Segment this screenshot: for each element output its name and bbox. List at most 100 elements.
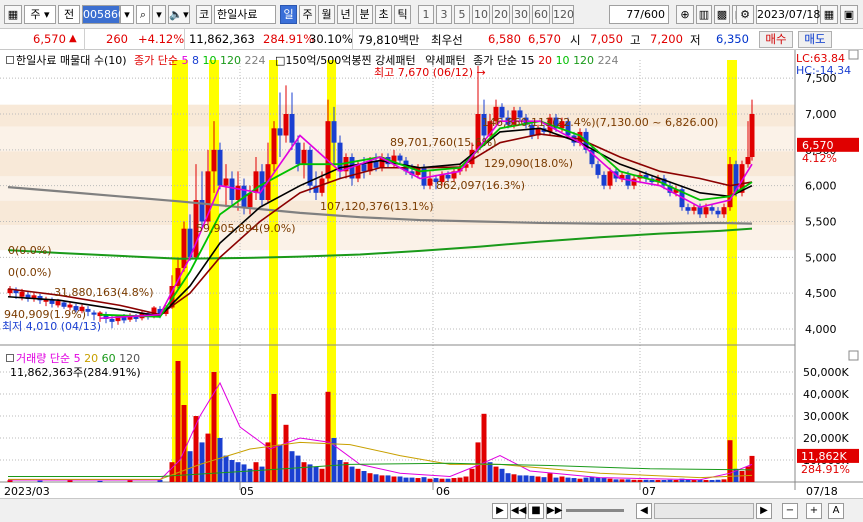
volume-bar	[607, 478, 613, 482]
date-label: 06	[436, 485, 450, 498]
interval-10-button[interactable]: 10	[472, 5, 490, 24]
interval-1-button[interactable]: 1	[418, 5, 434, 24]
period-5-button[interactable]: 초	[375, 5, 392, 24]
settings-icon[interactable]: ⚙	[736, 5, 754, 24]
code-dropdown-button[interactable]: ▾	[120, 5, 134, 24]
volume-bar	[403, 477, 409, 482]
volume-bar	[631, 479, 637, 482]
volume-bar	[415, 478, 421, 482]
volume-bar	[361, 471, 367, 482]
price-chart[interactable]: 7,5007,0006,5006,0005,5005,0004,5004,000…	[0, 50, 863, 498]
code-value: 005860	[83, 8, 125, 21]
calendar-icon[interactable]: ▦	[820, 5, 838, 24]
sound-icon[interactable]: 🔈▾	[168, 5, 190, 24]
stock-code-input[interactable]: 005860	[82, 5, 125, 24]
open-price: 7,050	[590, 32, 623, 46]
volume-bar	[481, 413, 487, 482]
volume-bar	[517, 475, 523, 482]
zoom-in-button[interactable]: +	[806, 503, 822, 519]
volume-ratio: 284.91%	[263, 32, 315, 46]
volume-current-text: 11,862K	[801, 450, 847, 463]
high-price: 7,200	[650, 32, 683, 46]
interval-30-button[interactable]: 30	[512, 5, 530, 24]
volume-bar	[571, 478, 577, 482]
change-value: 260	[106, 32, 128, 46]
candle-body	[295, 142, 301, 165]
change-arrow: ▲	[69, 33, 77, 44]
next-page-button[interactable]: ▶	[756, 503, 772, 519]
period-3-button[interactable]: 년	[337, 5, 354, 24]
sell-button[interactable]: 매도	[798, 31, 832, 48]
date-label: 2023/03	[4, 485, 50, 498]
interval-20-button[interactable]: 20	[492, 5, 510, 24]
chart-area[interactable]: 7,5007,0006,5006,0005,5005,0004,5004,000…	[0, 50, 863, 522]
legend-box-icon-3	[6, 354, 14, 362]
play-button[interactable]: ▶	[492, 503, 508, 519]
candle-body	[271, 128, 277, 165]
ma2-20: 20	[538, 54, 553, 67]
ma-label: 종가 단순	[134, 54, 179, 67]
volume-bar	[709, 480, 715, 482]
period-1-button[interactable]: 주	[299, 5, 316, 24]
volume-bar	[427, 478, 433, 482]
volume-bar	[397, 476, 403, 482]
volume-tick: 50,000K	[803, 366, 849, 379]
crosshair-icon[interactable]: ⊕	[676, 5, 694, 24]
type-select[interactable]: 주 ▾	[24, 5, 56, 24]
volume-bar	[727, 440, 733, 482]
candle-body	[109, 318, 115, 322]
volume-bar	[379, 475, 385, 482]
buy-button[interactable]: 매수	[759, 31, 793, 48]
rewind-button[interactable]: ◀◀	[510, 503, 526, 519]
ma2-10: 10	[555, 54, 570, 67]
legend-box-icon	[6, 56, 14, 64]
zoom-out-button[interactable]: −	[782, 503, 798, 519]
date-right-label: 07/18	[806, 485, 838, 498]
search-button[interactable]: ⌕	[136, 5, 150, 24]
prev-page-button[interactable]: ◀	[636, 503, 652, 519]
volume-bar	[199, 442, 205, 482]
volume-bar	[601, 478, 607, 482]
stock-search-box[interactable]: ▾	[152, 5, 166, 24]
stock-name-field[interactable]: 한일사료	[214, 5, 276, 24]
split-icon[interactable]: ▥	[696, 5, 712, 24]
scrollbar[interactable]	[654, 503, 754, 519]
period-2-button[interactable]: 월	[318, 5, 335, 24]
ma-8: 8	[192, 54, 200, 67]
turnover-value: 30.10%	[309, 32, 353, 46]
interval-120-button[interactable]: 120	[552, 5, 574, 24]
stop-button[interactable]: ■	[528, 503, 544, 519]
period-0-button[interactable]: 일	[280, 5, 297, 24]
change-percent: +4.12%	[138, 32, 185, 46]
code-prefix[interactable]: 코	[196, 5, 212, 24]
volume-bar	[37, 480, 43, 482]
stock-name: 한일사료	[217, 8, 258, 21]
interval-3-button[interactable]: 3	[436, 5, 452, 24]
zoom-slider[interactable]	[566, 509, 624, 512]
best-label: 최우선	[431, 33, 463, 47]
volume-bar	[367, 473, 373, 482]
volume-bar	[289, 451, 295, 482]
reset-zoom-button[interactable]: A	[828, 503, 844, 519]
volume-bar	[619, 479, 625, 482]
ma2-120: 120	[573, 54, 595, 67]
ma-120: 120	[220, 54, 242, 67]
page-total: /600	[640, 8, 665, 21]
period-6-button[interactable]: 틱	[394, 5, 411, 24]
volume-bar	[469, 468, 475, 482]
interval-60-button[interactable]: 60	[532, 5, 550, 24]
date-field[interactable]: 2023/07/18	[756, 5, 820, 24]
window-icon[interactable]: ▣	[840, 5, 858, 24]
volume-bar	[187, 451, 193, 482]
ma-224: 224	[244, 54, 266, 67]
page-count-field[interactable]: 77/600	[609, 5, 669, 24]
prev-select[interactable]: 전	[58, 5, 80, 24]
interval-5-button[interactable]: 5	[454, 5, 470, 24]
forward-button[interactable]: ▶▶	[546, 503, 562, 519]
volume-bar	[451, 478, 457, 482]
chart-type-select[interactable]: ▦	[4, 5, 22, 24]
save-icon[interactable]: ▩	[714, 5, 730, 24]
period-4-button[interactable]: 분	[356, 5, 373, 24]
candle-body	[715, 210, 721, 215]
volume-bar	[223, 455, 229, 482]
